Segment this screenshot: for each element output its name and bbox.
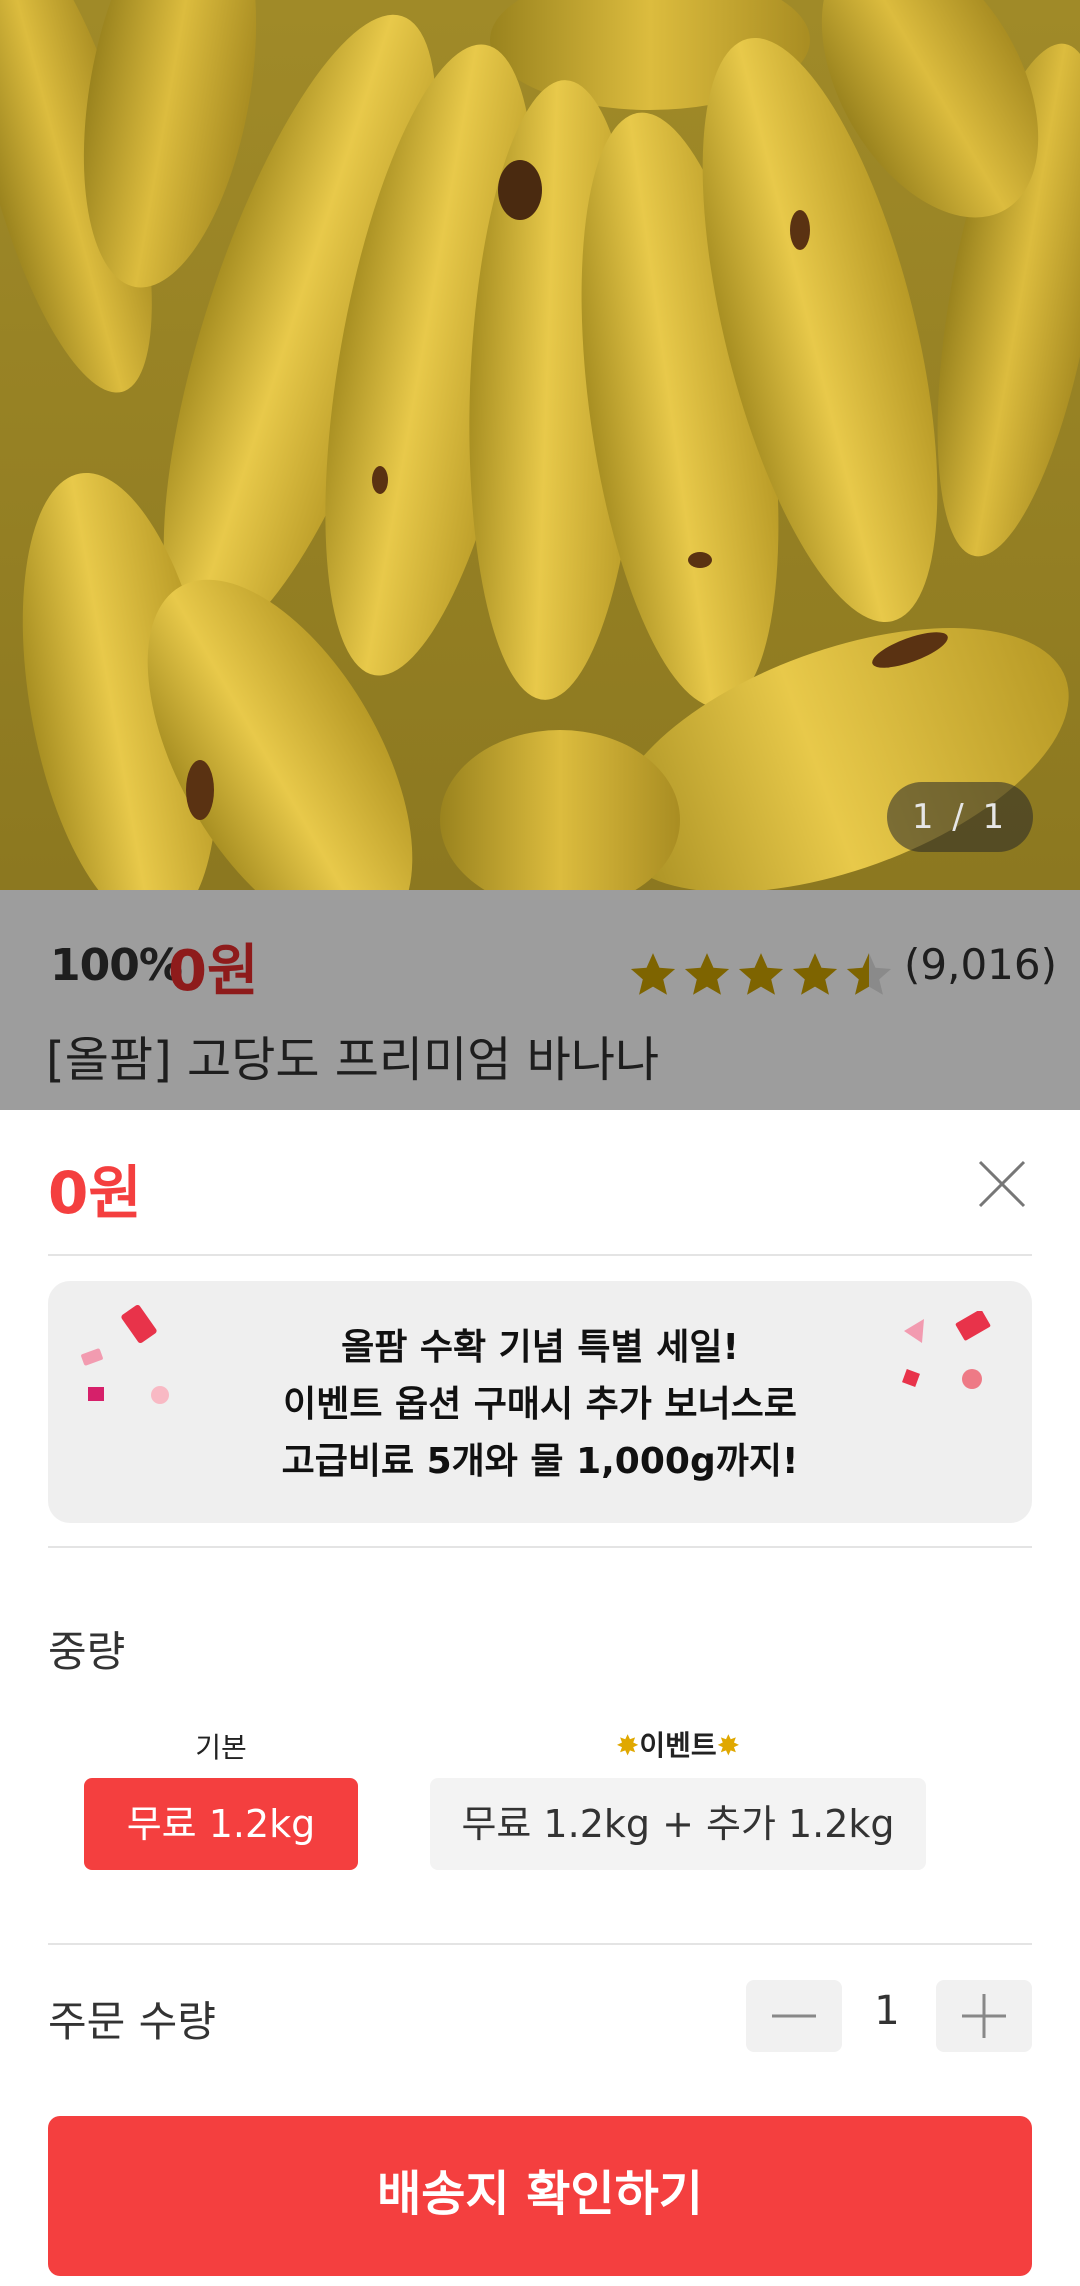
banner-line-1: 올팜 수확 기념 특별 세일! [341, 1327, 739, 1368]
divider [48, 1546, 1032, 1548]
sheet-price: 0원 [48, 1159, 142, 1227]
banana-photo [0, 0, 1080, 890]
product-image[interactable]: 1 / 1 [0, 0, 1080, 890]
option-caption-basic: 기본 [195, 1731, 247, 1764]
quantity-value: 1 [874, 1988, 900, 2034]
product-title: [올팜] 고당도 프리미엄 바나나 [46, 1032, 660, 1088]
quantity-decrease-button[interactable] [746, 1980, 842, 2052]
weight-label: 중량 [48, 1627, 126, 1676]
discount-rate: 100% [50, 940, 183, 991]
confirm-address-button[interactable]: 배송지 확인하기 [48, 2116, 1032, 2276]
divider [48, 1254, 1032, 1256]
product-price: 0원 [168, 939, 259, 1004]
banner-line-2: 이벤트 옵션 구매시 추가 보너스로 [283, 1384, 797, 1425]
rating-stars [628, 950, 894, 1000]
star-half-icon [846, 953, 892, 995]
divider [48, 1943, 1032, 1945]
star-full-icon [684, 953, 730, 995]
event-banner: 올팜 수확 기념 특별 세일! 이벤트 옵션 구매시 추가 보너스로 고급비료 … [48, 1281, 1032, 1523]
banner-line-3: 고급비료 5개와 물 1,000g까지! [281, 1441, 799, 1482]
image-counter-badge: 1 / 1 [887, 782, 1033, 852]
review-count[interactable]: (9,016) [904, 940, 1057, 989]
close-icon[interactable] [974, 1156, 1030, 1212]
star-full-icon [792, 953, 838, 995]
option-caption-event: ✸이벤트✸ [615, 1729, 741, 1762]
star-full-icon [738, 953, 784, 995]
weight-option-basic[interactable]: 무료 1.2kg [84, 1778, 358, 1870]
sparkle-icon: ✸ [716, 1729, 741, 1762]
plus-icon [962, 1994, 1006, 2038]
quantity-increase-button[interactable] [936, 1980, 1032, 2052]
star-full-icon [630, 953, 676, 995]
option-bottom-sheet: 0원 올팜 수확 기념 특별 세일! 이벤트 옵션 구매시 추가 보너스로 고급… [0, 1110, 1080, 2286]
minus-icon [772, 2014, 816, 2018]
quantity-label: 주문 수량 [48, 1997, 216, 2046]
product-info: 100% 0원 (9,016) [올팜] 고당도 프리미엄 바나나 [0, 890, 1080, 1110]
sparkle-icon: ✸ [615, 1729, 640, 1762]
weight-option-event[interactable]: 무료 1.2kg + 추가 1.2kg [430, 1778, 926, 1870]
